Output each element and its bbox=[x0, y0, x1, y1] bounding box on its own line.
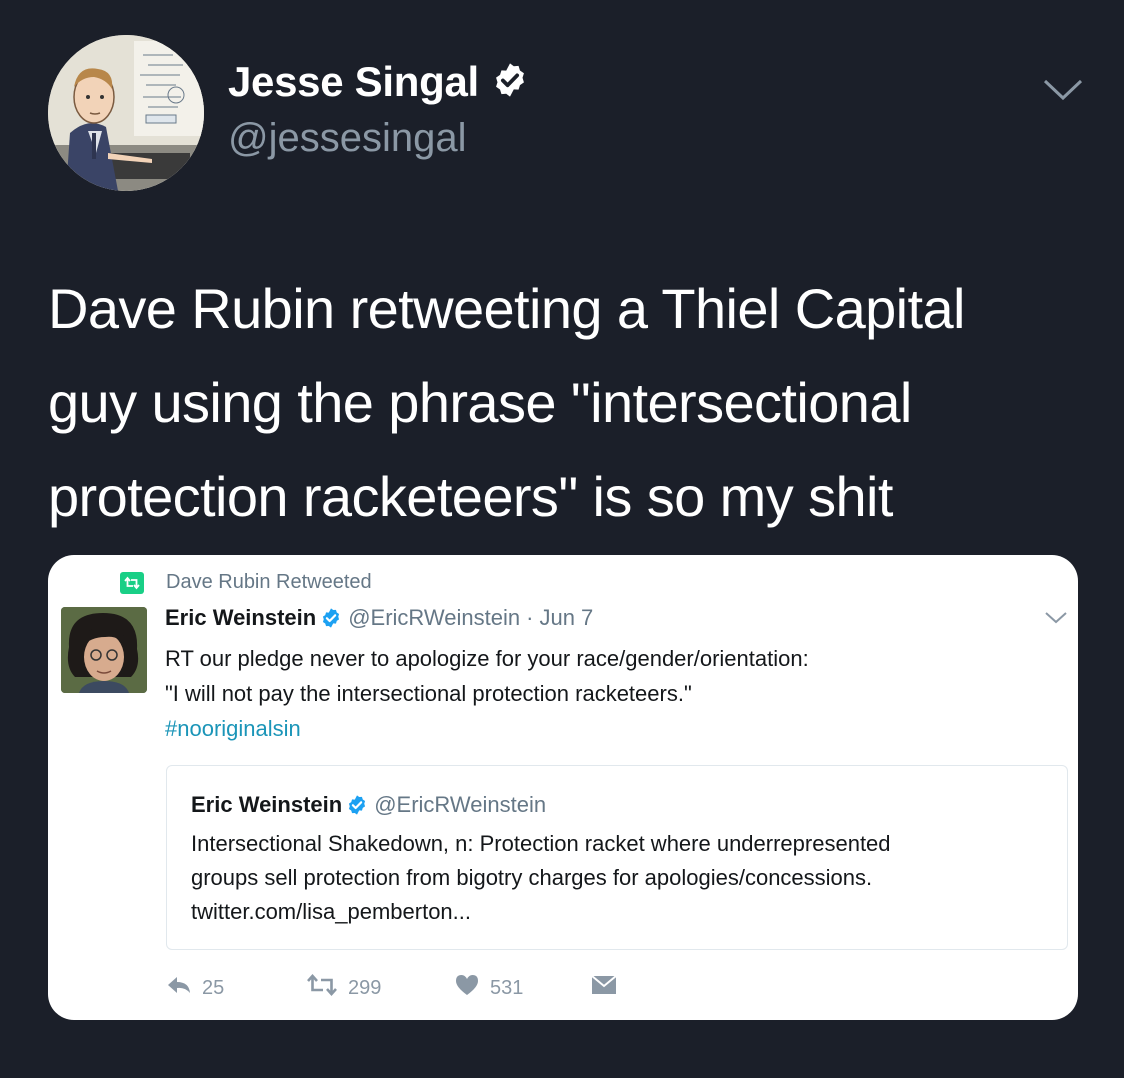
cartoon-avatar-icon bbox=[48, 35, 204, 191]
chevron-down-icon[interactable] bbox=[1042, 78, 1084, 107]
verified-badge-icon bbox=[346, 794, 368, 816]
embedded-line: "I will not pay the intersectional prote… bbox=[165, 681, 692, 706]
direct-message-button[interactable] bbox=[590, 974, 618, 1002]
like-button[interactable]: 531 bbox=[454, 973, 590, 1003]
quoted-line: groups sell protection from bigotry char… bbox=[191, 865, 873, 890]
quoted-header: Eric Weinstein @EricRWeinstein bbox=[191, 792, 546, 818]
quoted-author-handle[interactable]: @EricRWeinstein bbox=[374, 792, 546, 818]
retweet-button[interactable]: 299 bbox=[306, 974, 454, 1002]
quoted-line: Intersectional Shakedown, n: Protection … bbox=[191, 831, 891, 856]
author-handle[interactable]: @jessesingal bbox=[228, 116, 467, 161]
embedded-line: RT our pledge never to apologize for you… bbox=[165, 646, 809, 671]
embedded-author-handle[interactable]: @EricRWeinstein bbox=[348, 605, 520, 631]
quoted-link[interactable]: twitter.com/lisa_pemberton... bbox=[191, 895, 1051, 929]
action-bar: 25 299 531 bbox=[166, 973, 618, 1003]
tweet-text: Dave Rubin retweeting a Thiel Capital gu… bbox=[48, 262, 1088, 544]
tweet-line: protection racketeers" is so my shit bbox=[48, 465, 893, 528]
hashtag-link[interactable]: #nooriginalsin bbox=[165, 711, 809, 746]
embedded-tweet-card[interactable]: Dave Rubin Retweeted Eric Weinstein @Eri… bbox=[48, 555, 1078, 1020]
retweet-icon bbox=[120, 572, 144, 594]
heart-icon bbox=[454, 973, 480, 1003]
retweeted-by-label[interactable]: Dave Rubin Retweeted bbox=[166, 571, 372, 594]
author-name[interactable]: Jesse Singal bbox=[228, 58, 479, 106]
tweet-date[interactable]: Jun 7 bbox=[539, 605, 593, 631]
dot-separator: · bbox=[526, 605, 534, 630]
quoted-author-name[interactable]: Eric Weinstein bbox=[191, 792, 342, 818]
author-name-row: Jesse Singal bbox=[228, 58, 529, 106]
like-count: 531 bbox=[490, 976, 524, 999]
quoted-text: Intersectional Shakedown, n: Protection … bbox=[191, 827, 1051, 929]
verified-badge-icon bbox=[491, 61, 529, 104]
reply-button[interactable]: 25 bbox=[166, 975, 306, 1001]
quoted-tweet[interactable]: Eric Weinstein @EricRWeinstein Intersect… bbox=[166, 765, 1068, 950]
reply-count: 25 bbox=[202, 976, 225, 999]
tweet-line: guy using the phrase "intersectional bbox=[48, 371, 912, 434]
chevron-down-icon[interactable] bbox=[1044, 611, 1068, 630]
reply-icon bbox=[166, 975, 192, 1001]
retweet-count: 299 bbox=[348, 976, 382, 999]
retweet-icon bbox=[306, 974, 338, 1002]
envelope-icon bbox=[590, 974, 618, 1002]
tweet-line: Dave Rubin retweeting a Thiel Capital bbox=[48, 277, 965, 340]
embedded-avatar[interactable] bbox=[61, 607, 147, 693]
profile-avatar[interactable] bbox=[48, 35, 204, 191]
verified-badge-icon bbox=[320, 607, 342, 629]
embedded-tweet-text: RT our pledge never to apologize for you… bbox=[165, 641, 809, 746]
embedded-author-name[interactable]: Eric Weinstein bbox=[165, 605, 316, 631]
embedded-header: Eric Weinstein @EricRWeinstein · Jun 7 bbox=[165, 605, 593, 631]
portrait-avatar-icon bbox=[61, 607, 147, 693]
